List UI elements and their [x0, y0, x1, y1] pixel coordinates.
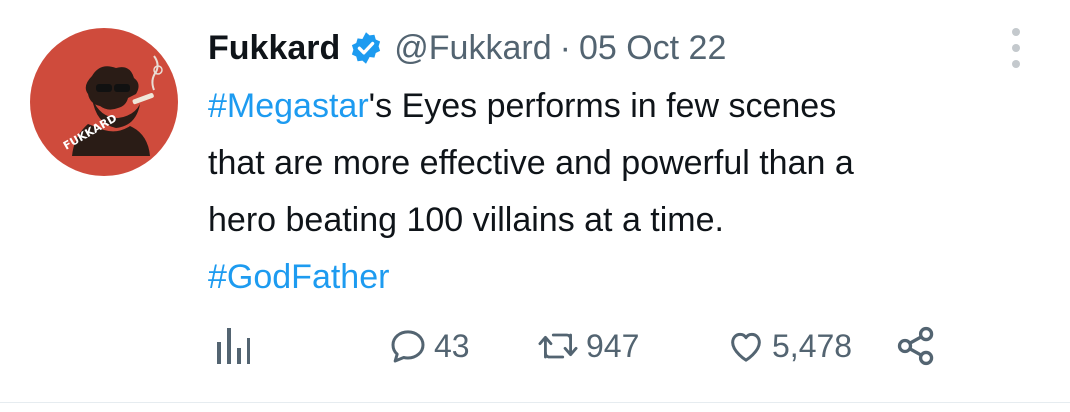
tweet-header: Fukkard @Fukkard · 05 Oct 22: [208, 26, 726, 70]
tweet-text-segment: 's Eyes performs in few scenes: [368, 87, 837, 125]
share-button[interactable]: [894, 322, 938, 370]
retweet-icon: [538, 333, 578, 359]
tweet-line-2: that are more effective and powerful tha…: [208, 144, 854, 182]
tweet-card[interactable]: FUKKARD Fukkard @Fukkard · 05 Oct 22 #Me…: [0, 0, 1070, 412]
fukkard-logo: FUKKARD: [61, 55, 163, 156]
hashtag-megastar[interactable]: #Megastar: [208, 87, 369, 125]
reply-icon: [391, 330, 425, 363]
heart-icon: [731, 332, 761, 362]
analytics-button[interactable]: [214, 322, 250, 370]
tweet-line-3: hero beating 100 villains at a time.: [208, 201, 724, 239]
tweet-line-1: #Megastar's Eyes performs in few scenes: [208, 78, 1028, 135]
tweet-date[interactable]: 05 Oct 22: [579, 26, 726, 70]
like-button[interactable]: 5,478: [726, 322, 852, 370]
reply-count: 43: [434, 328, 470, 364]
share-icon: [897, 326, 934, 366]
action-bar: 43 947 5,478: [208, 322, 1070, 370]
separator-dot: ·: [559, 29, 571, 67]
tweet-text: #Megastar's Eyes performs in few scenes …: [208, 78, 1028, 306]
verified-badge-icon: [348, 30, 384, 66]
display-name[interactable]: Fukkard: [208, 26, 340, 70]
divider: [0, 402, 1070, 403]
handle[interactable]: @Fukkard: [394, 26, 551, 70]
more-options-icon[interactable]: [1006, 28, 1026, 68]
tweet-line-4: #GodFather: [208, 249, 1028, 306]
retweet-count: 947: [586, 328, 640, 364]
hashtag-godfather[interactable]: #GodFather: [208, 258, 389, 296]
analytics-icon: [217, 328, 250, 364]
retweet-button[interactable]: 947: [536, 322, 639, 370]
reply-button[interactable]: 43: [388, 322, 470, 370]
like-count: 5,478: [772, 328, 853, 364]
avatar[interactable]: FUKKARD: [30, 28, 178, 176]
